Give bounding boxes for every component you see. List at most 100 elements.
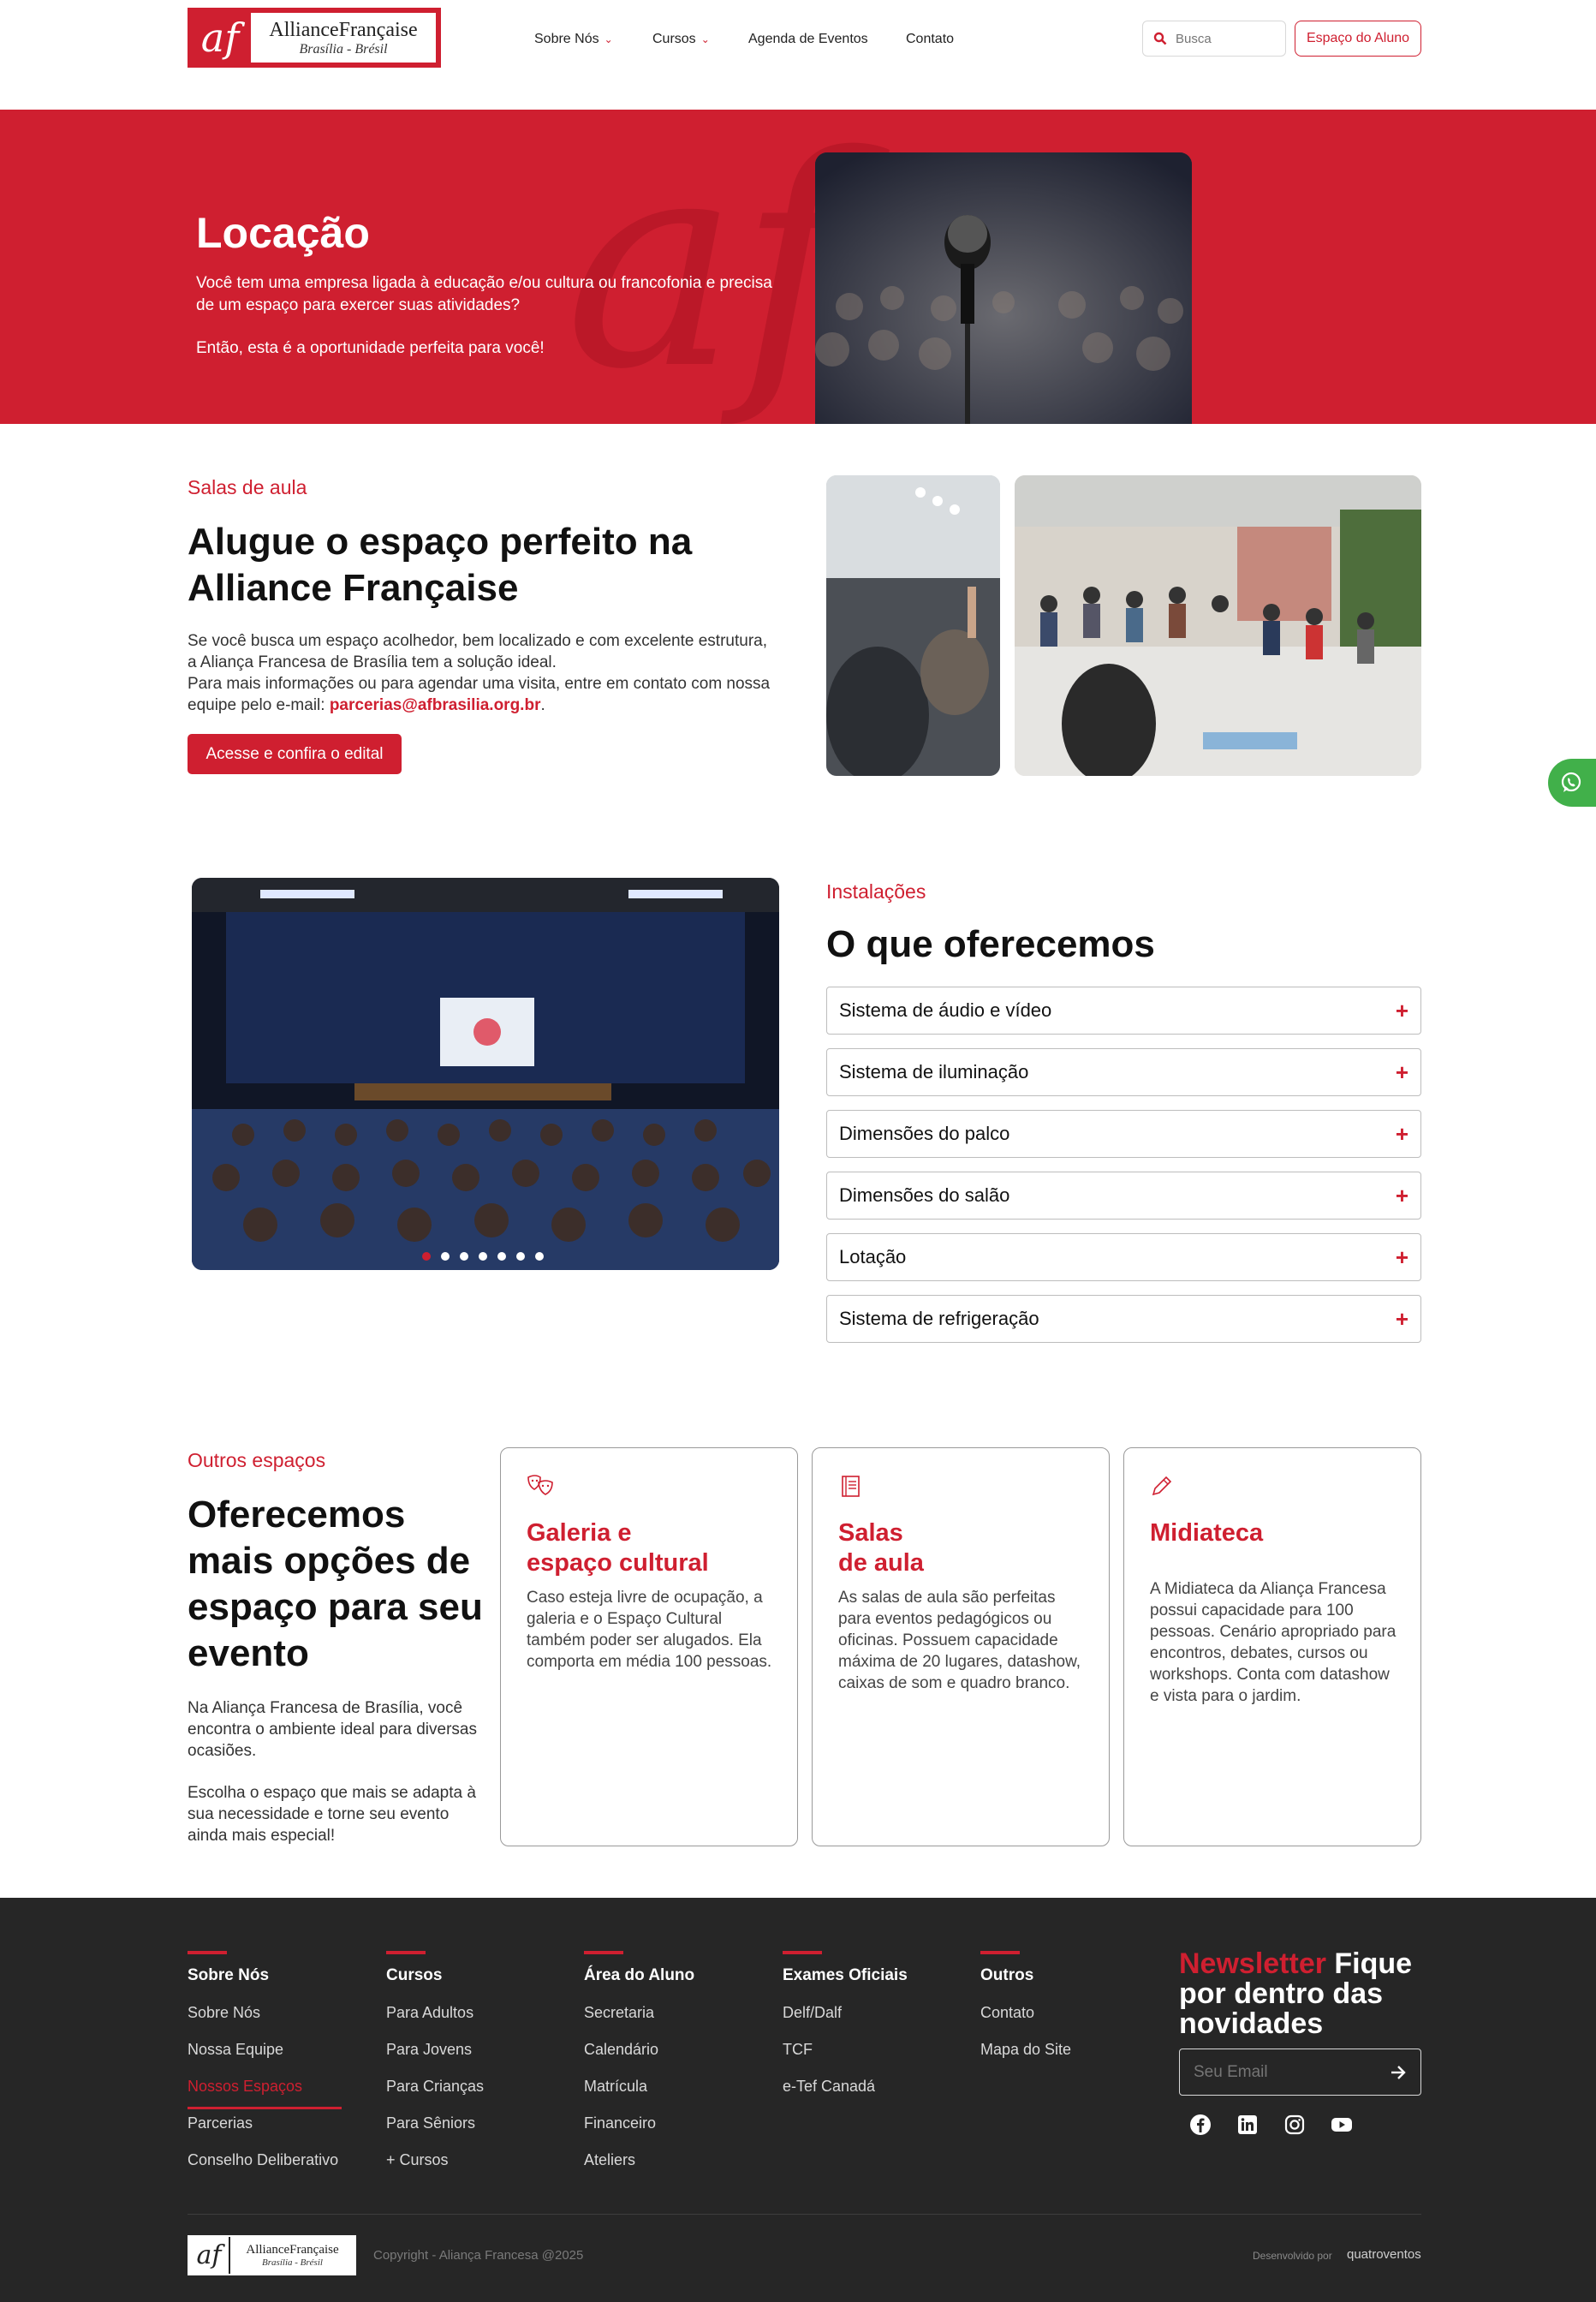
hero-text: Você tem uma empresa ligada à educação e… xyxy=(196,272,787,360)
card-title-line-1: Galeria e xyxy=(527,1519,632,1547)
whatsapp-button[interactable] xyxy=(1548,759,1596,807)
footer-link[interactable]: Para Sêniors xyxy=(386,2114,484,2151)
salas-period: . xyxy=(540,696,545,714)
classroom-hands-photo xyxy=(826,475,1000,776)
footer-col-title: Sobre Nós xyxy=(188,1966,270,1984)
card-galeria[interactable]: Galeria e espaço cultural Caso esteja liv… xyxy=(500,1447,798,1846)
facebook-icon[interactable] xyxy=(1188,2112,1213,2138)
outros-eyebrow: Outros espaços xyxy=(188,1449,326,1471)
outros-text-1: Na Aliança Francesa de Brasília, você en… xyxy=(188,1699,477,1760)
footer-col-outros: Outros Contato Mapa do Site xyxy=(980,1951,1071,2078)
footer-col-sobre: Sobre Nós Sobre Nós Nossa Equipe Nossos … xyxy=(188,1951,342,2188)
footer-link[interactable]: Nossa Equipe xyxy=(188,2041,342,2078)
footer-link[interactable]: + Cursos xyxy=(386,2151,484,2188)
outros-text-2: Escolha o espaço que mais se adapta à su… xyxy=(188,1784,476,1845)
search-icon xyxy=(1153,32,1167,45)
footer-link[interactable]: Sobre Nós xyxy=(188,2004,342,2041)
instalacoes-eyebrow: Instalações xyxy=(826,880,926,903)
card-title: Midiateca xyxy=(1150,1519,1264,1547)
footer-link[interactable]: Para Adultos xyxy=(386,2004,484,2041)
card-title-line-2: de aula xyxy=(838,1549,924,1577)
footer-link[interactable]: Contato xyxy=(980,2004,1071,2041)
newsletter-title-red: Newsletter xyxy=(1179,1947,1326,1980)
footer-link[interactable]: Mapa do Site xyxy=(980,2041,1071,2078)
developer-logo[interactable]: quatroventos xyxy=(1347,2247,1421,2262)
accordion-audio-video[interactable]: Sistema de áudio e vídeo + xyxy=(826,987,1421,1035)
accordion-label: Sistema de iluminação xyxy=(839,1061,1029,1082)
nav-contato[interactable]: Contato xyxy=(906,27,954,51)
auditorium-carousel[interactable] xyxy=(192,878,779,1270)
footer-link[interactable]: Matrícula xyxy=(584,2078,694,2114)
plus-icon: + xyxy=(1395,1243,1408,1270)
footer-accent-bar xyxy=(980,1951,1020,1954)
card-title: Salas de aula xyxy=(838,1518,924,1578)
footer-link[interactable]: Financeiro xyxy=(584,2114,694,2151)
footer-link[interactable]: TCF xyxy=(783,2041,908,2078)
accordion-label: Sistema de refrigeração xyxy=(839,1308,1039,1329)
carousel-dot[interactable] xyxy=(479,1252,487,1261)
carousel-dot[interactable] xyxy=(460,1252,468,1261)
af-logo-mark: af xyxy=(200,15,240,61)
copyright-text: Copyright - Aliança Francesa @2025 xyxy=(373,2248,584,2263)
footer-link[interactable]: Secretaria xyxy=(584,2004,694,2041)
instagram-icon[interactable] xyxy=(1282,2112,1307,2138)
search-input[interactable] xyxy=(1176,31,1270,46)
search-box[interactable] xyxy=(1142,21,1286,57)
youtube-icon[interactable] xyxy=(1329,2112,1355,2138)
footer-link-active[interactable]: Nossos Espaços xyxy=(188,2078,342,2109)
card-salas[interactable]: Salas de aula As salas de aula são perfei… xyxy=(812,1447,1110,1846)
card-midiateca[interactable]: Midiateca A Midiateca da Aliança Frances… xyxy=(1123,1447,1421,1846)
accordion-palco[interactable]: Dimensões do palco + xyxy=(826,1110,1421,1158)
carousel-dot[interactable] xyxy=(497,1252,506,1261)
card-title-line-1: Salas xyxy=(838,1519,903,1547)
footer-col-title: Exames Oficiais xyxy=(783,1966,908,1984)
carousel-dots xyxy=(422,1252,544,1261)
plus-icon: + xyxy=(1395,1120,1408,1147)
plus-icon: + xyxy=(1395,997,1408,1023)
card-title-line-2: espaço cultural xyxy=(527,1549,709,1577)
linkedin-icon[interactable] xyxy=(1235,2112,1260,2138)
salas-title: Alugue o espaço perfeito na Alliance Fra… xyxy=(188,521,693,609)
nav-sobre-nos[interactable]: Sobre Nós ⌄ xyxy=(534,27,613,51)
carousel-dot[interactable] xyxy=(535,1252,544,1261)
footer-logo-main: AllianceFrançaise xyxy=(246,2243,339,2257)
plus-icon: + xyxy=(1395,1182,1408,1208)
accordion-label: Dimensões do salão xyxy=(839,1184,1010,1206)
footer-accent-bar xyxy=(188,1951,227,1954)
newsletter-email-input[interactable] xyxy=(1194,2062,1365,2082)
nav-cursos[interactable]: Cursos ⌄ xyxy=(652,27,710,51)
footer-logo-sub: Brasília - Brésil xyxy=(262,2257,323,2268)
espaco-do-aluno-button[interactable]: Espaço do Aluno xyxy=(1295,21,1421,57)
plus-icon: + xyxy=(1395,1059,1408,1085)
footer-link[interactable]: Calendário xyxy=(584,2041,694,2078)
accordion-refrigeracao[interactable]: Sistema de refrigeração + xyxy=(826,1295,1421,1343)
hero-title: Locação xyxy=(196,209,370,257)
carousel-dot[interactable] xyxy=(441,1252,450,1261)
nav-agenda[interactable]: Agenda de Eventos xyxy=(748,27,868,51)
footer-divider xyxy=(188,2214,1421,2215)
footer-link[interactable]: Para Crianças xyxy=(386,2078,484,2114)
site-header: af AllianceFrançaise Brasília - Brésil S… xyxy=(0,0,1596,110)
footer-link[interactable]: Delf/Dalf xyxy=(783,2004,908,2041)
accordion-lotacao[interactable]: Lotação + xyxy=(826,1233,1421,1281)
pen-icon xyxy=(1152,1476,1172,1496)
newsletter-email-field[interactable] xyxy=(1179,2049,1421,2096)
accordion-salao[interactable]: Dimensões do salão + xyxy=(826,1172,1421,1220)
nav-sobre-nos-label: Sobre Nós xyxy=(534,32,599,46)
footer-link[interactable]: Para Jovens xyxy=(386,2041,484,2078)
footer-link[interactable]: e-Tef Canadá xyxy=(783,2078,908,2114)
accordion-iluminacao[interactable]: Sistema de iluminação + xyxy=(826,1048,1421,1096)
partner-email-link[interactable]: parcerias@afbrasilia.org.br xyxy=(330,696,541,714)
footer-link[interactable]: Ateliers xyxy=(584,2151,694,2188)
hero-banner: af Locação Você tem uma empresa ligada à… xyxy=(0,110,1596,424)
carousel-dot-active[interactable] xyxy=(422,1252,431,1261)
alliance-francaise-logo[interactable]: af AllianceFrançaise Brasília - Brésil xyxy=(188,8,441,68)
edital-button[interactable]: Acesse e confira o edital xyxy=(188,734,402,774)
footer-logo[interactable]: af AllianceFrançaise Brasília - Brésil xyxy=(188,2235,356,2275)
footer-link[interactable]: Parcerias xyxy=(188,2114,342,2151)
footer-col-area-aluno: Área do Aluno Secretaria Calendário Matr… xyxy=(584,1951,694,2188)
hero-microphone-image xyxy=(815,152,1192,424)
arrow-right-icon[interactable] xyxy=(1390,2065,1407,2080)
footer-link[interactable]: Conselho Deliberativo xyxy=(188,2151,342,2188)
carousel-dot[interactable] xyxy=(516,1252,525,1261)
